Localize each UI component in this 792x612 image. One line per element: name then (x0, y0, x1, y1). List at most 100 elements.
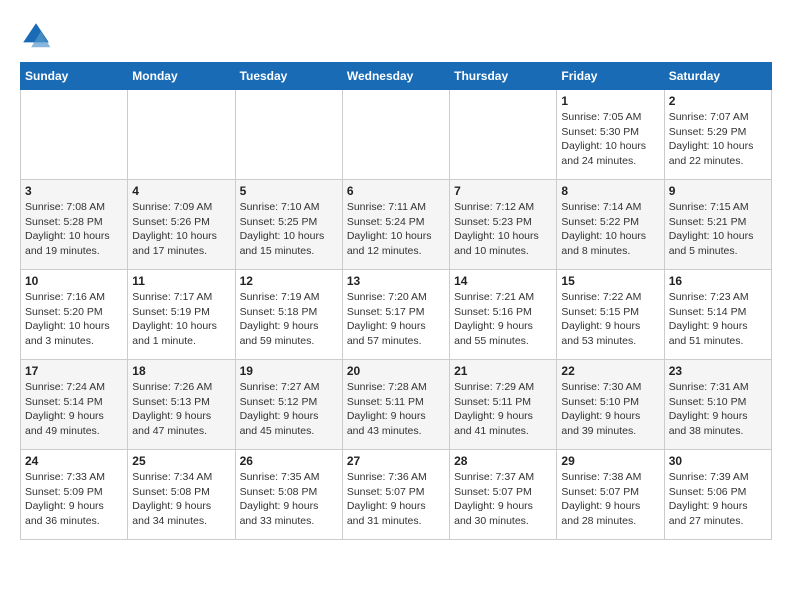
calendar-cell: 20Sunrise: 7:28 AM Sunset: 5:11 PM Dayli… (342, 360, 449, 450)
day-info: Sunrise: 7:33 AM Sunset: 5:09 PM Dayligh… (25, 470, 123, 529)
calendar-cell: 11Sunrise: 7:17 AM Sunset: 5:19 PM Dayli… (128, 270, 235, 360)
calendar-week-row: 1 Sunrise: 7:05 AM Sunset: 5:30 PM Daylig… (21, 90, 772, 180)
day-number: 18 (132, 364, 230, 378)
calendar-cell: 12 Sunrise: 7:19 AM Sunset: 5:18 PM Dayli… (235, 270, 342, 360)
day-number: 14 (454, 274, 552, 288)
calendar-cell: 30 Sunrise: 7:39 AM Sunset: 5:06 PM Dayli… (664, 450, 771, 540)
day-info: Sunrise: 7:36 AM Sunset: 5:07 PM Dayligh… (347, 470, 445, 529)
calendar-cell: 23 Sunrise: 7:31 AM Sunset: 5:10 PM Dayli… (664, 360, 771, 450)
day-info: Sunrise: 7:21 AM Sunset: 5:16 PM Dayligh… (454, 290, 552, 349)
calendar-cell: 5 Sunrise: 7:10 AM Sunset: 5:25 PM Daylig… (235, 180, 342, 270)
calendar-cell: 18 Sunrise: 7:26 AM Sunset: 5:13 PM Dayli… (128, 360, 235, 450)
calendar-cell: 7 Sunrise: 7:12 AM Sunset: 5:23 PM Daylig… (450, 180, 557, 270)
day-info: Sunrise: 7:27 AM Sunset: 5:12 PM Dayligh… (240, 380, 338, 439)
day-number: 11 (132, 274, 230, 288)
logo (20, 20, 58, 52)
calendar-cell: 26 Sunrise: 7:35 AM Sunset: 5:08 PM Dayli… (235, 450, 342, 540)
day-number: 30 (669, 454, 767, 468)
day-header-thursday: Thursday (450, 63, 557, 90)
day-number: 13 (347, 274, 445, 288)
day-number: 10 (25, 274, 123, 288)
day-number: 29 (561, 454, 659, 468)
calendar-cell: 16 Sunrise: 7:23 AM Sunset: 5:14 PM Dayli… (664, 270, 771, 360)
day-number: 3 (25, 184, 123, 198)
calendar-cell: 9 Sunrise: 7:15 AM Sunset: 5:21 PM Daylig… (664, 180, 771, 270)
day-info: Sunrise: 7:24 AM Sunset: 5:14 PM Dayligh… (25, 380, 123, 439)
day-info: Sunrise: 7:29 AM Sunset: 5:11 PM Dayligh… (454, 380, 552, 439)
day-info: Sunrise: 7:08 AM Sunset: 5:28 PM Dayligh… (25, 200, 123, 259)
calendar-cell: 22 Sunrise: 7:30 AM Sunset: 5:10 PM Dayli… (557, 360, 664, 450)
calendar-week-row: 10 Sunrise: 7:16 AM Sunset: 5:20 PM Dayli… (21, 270, 772, 360)
day-number: 25 (132, 454, 230, 468)
calendar-week-row: 24 Sunrise: 7:33 AM Sunset: 5:09 PM Dayli… (21, 450, 772, 540)
calendar-cell: 3 Sunrise: 7:08 AM Sunset: 5:28 PM Daylig… (21, 180, 128, 270)
day-number: 23 (669, 364, 767, 378)
calendar-cell (342, 90, 449, 180)
day-header-saturday: Saturday (664, 63, 771, 90)
day-info: Sunrise: 7:23 AM Sunset: 5:14 PM Dayligh… (669, 290, 767, 349)
day-number: 22 (561, 364, 659, 378)
day-number: 15 (561, 274, 659, 288)
day-header-friday: Friday (557, 63, 664, 90)
day-info: Sunrise: 7:19 AM Sunset: 5:18 PM Dayligh… (240, 290, 338, 349)
day-number: 16 (669, 274, 767, 288)
calendar-cell: 24 Sunrise: 7:33 AM Sunset: 5:09 PM Dayli… (21, 450, 128, 540)
day-number: 8 (561, 184, 659, 198)
day-info: Sunrise: 7:39 AM Sunset: 5:06 PM Dayligh… (669, 470, 767, 529)
day-info: Sunrise: 7:26 AM Sunset: 5:13 PM Dayligh… (132, 380, 230, 439)
day-info: Sunrise: 7:20 AM Sunset: 5:17 PM Dayligh… (347, 290, 445, 349)
day-number: 27 (347, 454, 445, 468)
day-info: Sunrise: 7:38 AM Sunset: 5:07 PM Dayligh… (561, 470, 659, 529)
day-info: Sunrise: 7:37 AM Sunset: 5:07 PM Dayligh… (454, 470, 552, 529)
day-number: 5 (240, 184, 338, 198)
day-info: Sunrise: 7:16 AM Sunset: 5:20 PM Dayligh… (25, 290, 123, 349)
day-number: 19 (240, 364, 338, 378)
day-info: Sunrise: 7:15 AM Sunset: 5:21 PM Dayligh… (669, 200, 767, 259)
calendar-week-row: 3 Sunrise: 7:08 AM Sunset: 5:28 PM Daylig… (21, 180, 772, 270)
day-info: Sunrise: 7:14 AM Sunset: 5:22 PM Dayligh… (561, 200, 659, 259)
calendar-cell: 13 Sunrise: 7:20 AM Sunset: 5:17 PM Dayli… (342, 270, 449, 360)
day-number: 26 (240, 454, 338, 468)
calendar-cell: 25 Sunrise: 7:34 AM Sunset: 5:08 PM Dayli… (128, 450, 235, 540)
calendar-cell (450, 90, 557, 180)
calendar-cell: 27 Sunrise: 7:36 AM Sunset: 5:07 PM Dayli… (342, 450, 449, 540)
calendar-cell: 29 Sunrise: 7:38 AM Sunset: 5:07 PM Dayli… (557, 450, 664, 540)
calendar-cell: 2Sunrise: 7:07 AM Sunset: 5:29 PM Daylig… (664, 90, 771, 180)
day-info: Sunrise: 7:05 AM Sunset: 5:30 PM Dayligh… (561, 110, 659, 169)
logo-icon (20, 20, 52, 52)
calendar-cell (128, 90, 235, 180)
day-header-monday: Monday (128, 63, 235, 90)
calendar-cell: 6 Sunrise: 7:11 AM Sunset: 5:24 PM Daylig… (342, 180, 449, 270)
day-number: 1 (561, 94, 659, 108)
calendar-table: SundayMondayTuesdayWednesdayThursdayFrid… (20, 62, 772, 540)
calendar-cell (21, 90, 128, 180)
day-header-sunday: Sunday (21, 63, 128, 90)
calendar-cell: 8 Sunrise: 7:14 AM Sunset: 5:22 PM Daylig… (557, 180, 664, 270)
day-header-wednesday: Wednesday (342, 63, 449, 90)
day-number: 12 (240, 274, 338, 288)
calendar-cell: 14 Sunrise: 7:21 AM Sunset: 5:16 PM Dayli… (450, 270, 557, 360)
day-number: 20 (347, 364, 445, 378)
day-number: 2 (669, 94, 767, 108)
calendar-cell: 1 Sunrise: 7:05 AM Sunset: 5:30 PM Daylig… (557, 90, 664, 180)
page-header (20, 20, 772, 52)
day-info: Sunrise: 7:30 AM Sunset: 5:10 PM Dayligh… (561, 380, 659, 439)
day-info: Sunrise: 7:22 AM Sunset: 5:15 PM Dayligh… (561, 290, 659, 349)
day-header-tuesday: Tuesday (235, 63, 342, 90)
day-info: Sunrise: 7:11 AM Sunset: 5:24 PM Dayligh… (347, 200, 445, 259)
day-info: Sunrise: 7:10 AM Sunset: 5:25 PM Dayligh… (240, 200, 338, 259)
day-info: Sunrise: 7:34 AM Sunset: 5:08 PM Dayligh… (132, 470, 230, 529)
calendar-cell: 21 Sunrise: 7:29 AM Sunset: 5:11 PM Dayli… (450, 360, 557, 450)
day-number: 21 (454, 364, 552, 378)
day-info: Sunrise: 7:35 AM Sunset: 5:08 PM Dayligh… (240, 470, 338, 529)
day-number: 7 (454, 184, 552, 198)
calendar-cell: 19 Sunrise: 7:27 AM Sunset: 5:12 PM Dayli… (235, 360, 342, 450)
day-number: 24 (25, 454, 123, 468)
day-info: Sunrise: 7:31 AM Sunset: 5:10 PM Dayligh… (669, 380, 767, 439)
calendar-cell: 17Sunrise: 7:24 AM Sunset: 5:14 PM Dayli… (21, 360, 128, 450)
day-number: 9 (669, 184, 767, 198)
calendar-cell (235, 90, 342, 180)
day-number: 6 (347, 184, 445, 198)
day-info: Sunrise: 7:12 AM Sunset: 5:23 PM Dayligh… (454, 200, 552, 259)
calendar-cell: 28Sunrise: 7:37 AM Sunset: 5:07 PM Dayli… (450, 450, 557, 540)
